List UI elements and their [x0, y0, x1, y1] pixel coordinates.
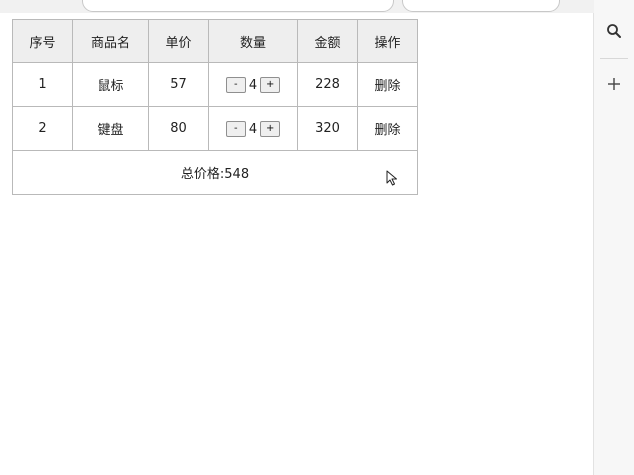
header-name: 商品名 [72, 19, 149, 63]
total-price: 总价格:548 [12, 150, 418, 195]
cell-quantity: - 4 + [208, 62, 298, 107]
sidebar-add-button[interactable] [599, 69, 629, 99]
decrement-button[interactable]: - [225, 121, 246, 137]
quantity-stepper: - 4 + [225, 77, 281, 93]
table-header-row: 序号 商品名 单价 数量 金额 操作 [12, 19, 418, 63]
cell-amount: 320 [297, 106, 358, 151]
cell-amount: 228 [297, 62, 358, 107]
sidebar-search-button[interactable] [599, 16, 629, 46]
decrement-button[interactable]: - [225, 77, 246, 93]
header-price: 单价 [148, 19, 209, 63]
table-row: 2 键盘 80 - 4 + 320 删除 [12, 106, 418, 151]
table-row: 1 鼠标 57 - 4 + 228 删除 [12, 62, 418, 107]
mouse-cursor-icon [386, 170, 397, 186]
cell-index: 1 [12, 62, 73, 107]
header-index: 序号 [12, 19, 73, 63]
sidebar-divider [600, 58, 628, 59]
header-action: 操作 [357, 19, 418, 63]
search-icon [607, 24, 621, 38]
cell-price: 80 [148, 106, 209, 151]
cell-quantity: - 4 + [208, 106, 298, 151]
total-row: 总价格:548 [12, 150, 418, 195]
quantity-stepper: - 4 + [225, 121, 281, 137]
cell-name: 鼠标 [72, 62, 149, 107]
header-amount: 金额 [297, 19, 358, 63]
cell-action: 删除 [357, 62, 418, 107]
quantity-value: 4 [248, 121, 258, 137]
cart-table: 序号 商品名 单价 数量 金额 操作 1 鼠标 57 - 4 + 228 删除 [12, 19, 418, 195]
cell-index: 2 [12, 106, 73, 151]
toolbar-search-box[interactable] [402, 0, 560, 12]
plus-icon [608, 78, 620, 90]
increment-button[interactable]: + [260, 77, 281, 93]
address-bar[interactable] [82, 0, 394, 12]
quantity-value: 4 [248, 77, 258, 93]
header-quantity: 数量 [208, 19, 298, 63]
cell-action: 删除 [357, 106, 418, 151]
browser-sidebar [594, 0, 634, 475]
delete-button[interactable]: 删除 [374, 79, 400, 94]
cell-price: 57 [148, 62, 209, 107]
delete-button[interactable]: 删除 [374, 123, 400, 138]
cell-name: 键盘 [72, 106, 149, 151]
browser-toolbar-strip [0, 0, 634, 13]
increment-button[interactable]: + [260, 121, 281, 137]
